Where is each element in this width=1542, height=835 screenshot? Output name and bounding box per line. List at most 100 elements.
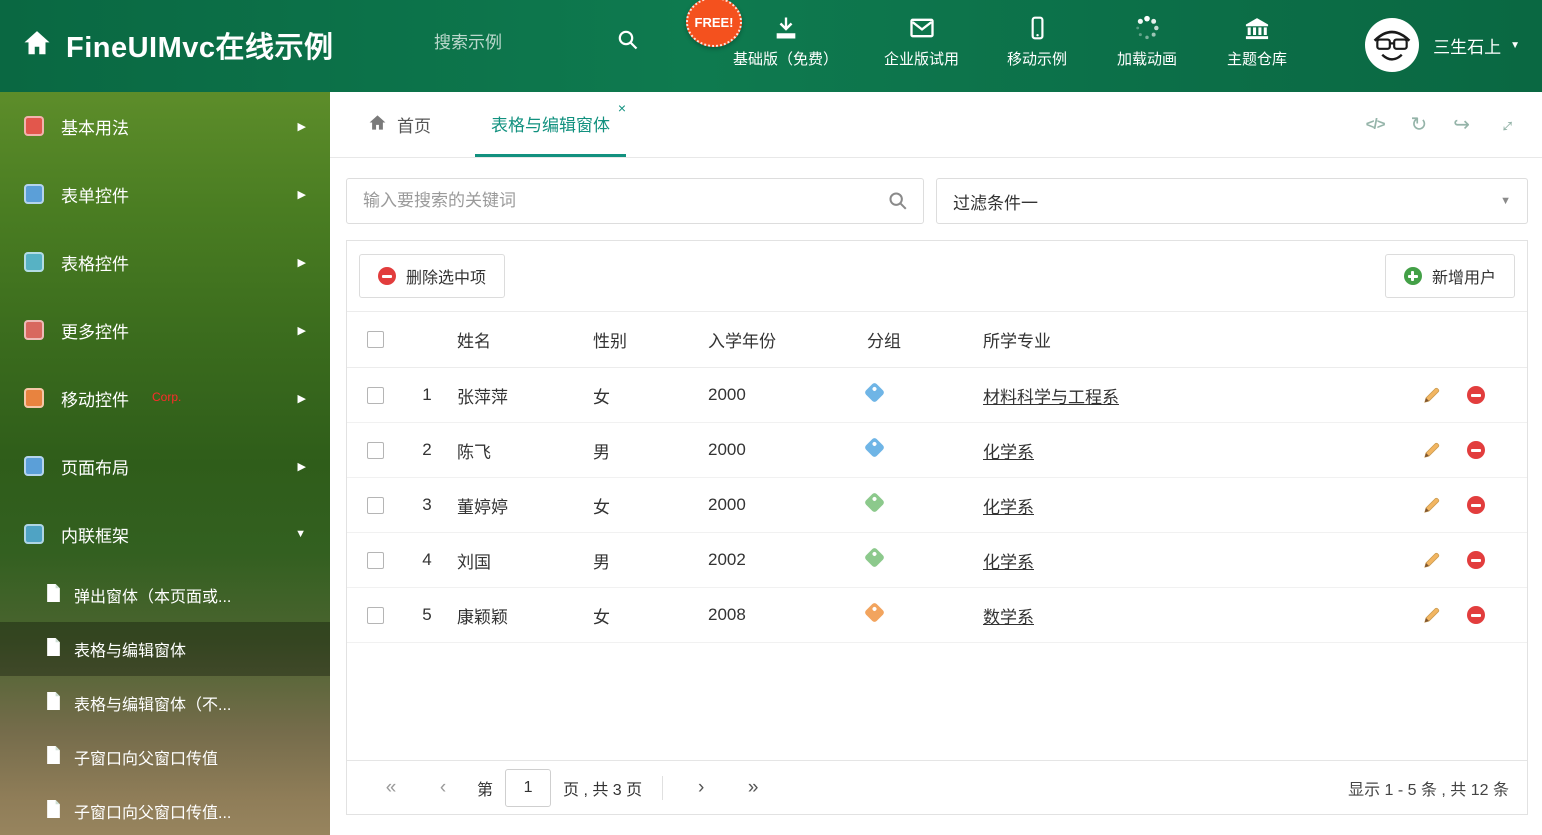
delete-icon[interactable]: [1467, 606, 1485, 624]
edit-icon[interactable]: [1422, 551, 1441, 570]
cell-name: 陈飞: [457, 442, 491, 462]
file-icon: [46, 583, 61, 607]
chevron-right-icon: ▶: [297, 188, 306, 201]
sidebar-subitem-label: 子窗口向父窗口传值: [74, 751, 219, 768]
nav-basic-edition[interactable]: 基础版（免费）: [733, 12, 838, 69]
fullscreen-icon[interactable]: ↔: [1491, 109, 1521, 139]
sidebar-subitem-popup-window[interactable]: 弹出窗体（本页面或...: [0, 568, 330, 622]
sidebar-item-more-controls[interactable]: 更多控件 ▶: [0, 296, 330, 364]
sidebar-subitem-label: 子窗口向父窗口传值...: [74, 805, 232, 822]
first-page-button[interactable]: «: [365, 777, 417, 799]
row-checkbox[interactable]: [366, 551, 384, 569]
filter-dropdown[interactable]: 过滤条件一 ▼: [936, 178, 1528, 224]
sidebar-subitem-child-to-parent[interactable]: 子窗口向父窗口传值: [0, 730, 330, 784]
major-link[interactable]: 数学系: [983, 608, 1034, 627]
cell-name: 张萍萍: [457, 387, 508, 407]
add-user-button[interactable]: 新增用户: [1384, 254, 1515, 298]
close-icon[interactable]: ×: [618, 101, 626, 115]
delete-icon[interactable]: [1467, 496, 1485, 514]
table-row: 1 张萍萍 女 2000 材料科学与工程系: [347, 368, 1527, 423]
delete-icon[interactable]: [1467, 551, 1485, 569]
file-icon: [46, 799, 61, 823]
pager-divider: [662, 775, 664, 800]
form-icon: [24, 184, 44, 204]
row-checkbox[interactable]: [366, 386, 384, 404]
tab-grid-edit-window[interactable]: 表格与编辑窗体 ×: [475, 92, 626, 157]
share-icon[interactable]: ↪: [1453, 112, 1470, 137]
major-link[interactable]: 化学系: [983, 443, 1034, 462]
nav-loading-animation[interactable]: 加载动画: [1115, 12, 1179, 69]
header-search-input[interactable]: [432, 31, 582, 54]
tab-home[interactable]: 首页: [360, 92, 439, 157]
envelope-icon: [907, 12, 937, 42]
row-number: 3: [422, 495, 432, 514]
download-icon: [772, 12, 800, 42]
edit-icon[interactable]: [1422, 496, 1441, 515]
sidebar-subitem-grid-edit-window[interactable]: 表格与编辑窗体: [0, 622, 330, 676]
username-dropdown[interactable]: 三生石上 ▼: [1433, 33, 1520, 58]
row-checkbox[interactable]: [366, 606, 384, 624]
delete-icon[interactable]: [1467, 386, 1485, 404]
sidebar-subitem-grid-edit-window-2[interactable]: 表格与编辑窗体（不...: [0, 676, 330, 730]
column-gender: 性别: [593, 332, 627, 351]
sidebar-item-basic-usage[interactable]: 基本用法 ▶: [0, 92, 330, 160]
sidebar-subitem-label: 弹出窗体（本页面或...: [74, 589, 232, 606]
sidebar-item-page-layout[interactable]: 页面布局 ▶: [0, 432, 330, 500]
major-link[interactable]: 化学系: [983, 498, 1034, 517]
page-prefix: 第: [477, 781, 494, 799]
sidebar-subitem-child-to-parent-2[interactable]: 子窗口向父窗口传值...: [0, 784, 330, 835]
row-number: 4: [422, 550, 432, 569]
major-link[interactable]: 材料科学与工程系: [983, 388, 1119, 407]
column-group: 分组: [867, 332, 901, 351]
avatar[interactable]: [1365, 18, 1420, 72]
widgets-icon: [24, 320, 44, 340]
nav-mobile-demo[interactable]: 移动示例: [1005, 12, 1069, 69]
sidebar-item-form-controls[interactable]: 表单控件 ▶: [0, 160, 330, 228]
column-major: 所学专业: [983, 332, 1051, 351]
nav-label: 移动示例: [1007, 51, 1068, 68]
delete-icon[interactable]: [1467, 441, 1485, 459]
row-checkbox[interactable]: [366, 441, 384, 459]
delete-selected-button[interactable]: 删除选中项: [359, 254, 506, 298]
cell-gender: 女: [593, 387, 610, 407]
sidebar-submenu: 弹出窗体（本页面或... 表格与编辑窗体 表格与编辑窗体（不... 子窗口向父窗…: [0, 568, 330, 835]
header-search: [432, 28, 640, 57]
edit-icon[interactable]: [1422, 386, 1441, 405]
cell-name: 董婷婷: [457, 497, 508, 517]
edit-icon[interactable]: [1422, 441, 1441, 460]
source-code-icon[interactable]: </>: [1366, 116, 1386, 133]
bank-icon: [1242, 12, 1272, 42]
keyword-search-input[interactable]: [347, 191, 873, 211]
refresh-icon[interactable]: ↻: [1410, 112, 1427, 137]
nav-label: 主题仓库: [1227, 51, 1288, 68]
nav-theme-repo[interactable]: 主题仓库: [1225, 12, 1289, 69]
edit-icon[interactable]: [1422, 606, 1441, 625]
caret-down-icon: ▼: [1510, 39, 1520, 51]
layout-icon: [24, 456, 44, 476]
brand[interactable]: FineUIMvc在线示例: [22, 24, 334, 66]
tab-label: 表格与编辑窗体: [491, 115, 610, 135]
search-icon[interactable]: [616, 28, 640, 57]
select-all-checkbox[interactable]: [366, 331, 384, 348]
sidebar-item-label: 内联框架: [61, 526, 129, 546]
row-checkbox[interactable]: [366, 496, 384, 514]
sidebar-item-iframe[interactable]: 内联框架 ▼: [0, 500, 330, 568]
last-page-button[interactable]: »: [727, 777, 779, 799]
cell-gender: 男: [593, 552, 610, 572]
major-link[interactable]: 化学系: [983, 553, 1034, 572]
file-icon: [46, 637, 61, 661]
grid-empty-area: [347, 643, 1527, 760]
nav-enterprise-trial[interactable]: 企业版试用: [884, 12, 959, 69]
page-number-input[interactable]: [505, 768, 552, 807]
next-page-button[interactable]: ›: [675, 777, 727, 799]
prev-page-button[interactable]: ‹: [417, 777, 469, 799]
chevron-right-icon: ▶: [297, 460, 306, 473]
search-icon[interactable]: [873, 179, 923, 223]
chevron-right-icon: ▶: [297, 392, 306, 405]
sidebar-item-mobile-controls[interactable]: 移动控件 Corp. ▶: [0, 364, 330, 432]
add-user-label: 新增用户: [1431, 270, 1496, 287]
sidebar-item-grid-controls[interactable]: 表格控件 ▶: [0, 228, 330, 296]
cell-year: 2002: [708, 550, 746, 569]
record-summary: 显示 1 - 5 条 , 共 12 条: [1348, 781, 1509, 799]
cell-gender: 男: [593, 442, 610, 462]
